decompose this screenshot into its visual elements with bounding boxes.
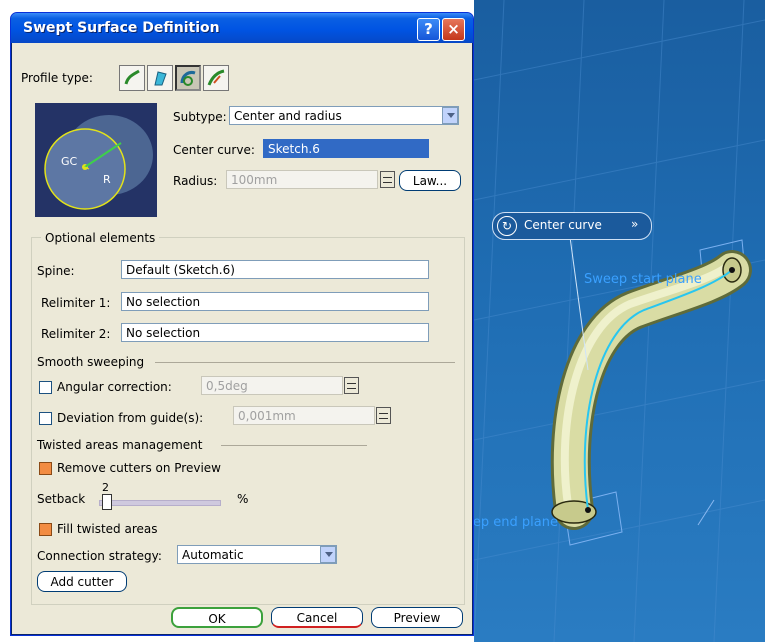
deviation-checkbox[interactable] — [39, 412, 52, 425]
gc-label: GC — [61, 155, 78, 168]
title-bar[interactable]: Swept Surface Definition ? × — [11, 13, 473, 43]
optional-elements-heading: Optional elements — [41, 231, 160, 245]
relimiter-1-field[interactable]: No selection — [121, 292, 429, 311]
profile-type-label: Profile type: — [21, 71, 93, 85]
help-icon[interactable]: ? — [417, 18, 440, 41]
sweep-start-plane-label: Sweep start plane — [584, 272, 702, 287]
smooth-sweeping-heading: Smooth sweeping — [37, 355, 145, 369]
circle-profile-icon[interactable] — [175, 65, 201, 91]
swept-tube — [553, 253, 749, 527]
setback-label: Setback — [37, 492, 86, 506]
r-label: R — [103, 173, 111, 186]
relimiter-1-label: Relimiter 1: — [41, 296, 111, 310]
angular-correction-spinner[interactable] — [344, 377, 359, 394]
relimiter-2-field[interactable]: No selection — [121, 323, 429, 342]
connection-strategy-combo[interactable]: Automatic — [177, 545, 337, 564]
center-curve-field[interactable]: Sketch.6 — [263, 139, 429, 158]
deviation-label: Deviation from guide(s): — [57, 411, 204, 425]
conic-profile-icon[interactable] — [203, 65, 229, 91]
smooth-divider — [155, 362, 455, 363]
fill-twisted-checkbox[interactable] — [39, 523, 52, 536]
cancel-button[interactable]: Cancel — [271, 607, 363, 628]
subtype-combo[interactable]: Center and radius — [229, 106, 459, 125]
center-curve-label: Center curve: — [173, 143, 255, 157]
add-cutter-button[interactable]: Add cutter — [37, 571, 127, 592]
preview-button[interactable]: Preview — [371, 607, 463, 628]
setback-value: 2 — [102, 481, 109, 494]
remove-cutters-checkbox[interactable] — [39, 462, 52, 475]
deviation-spinner[interactable] — [376, 407, 391, 424]
dialog-title: Swept Surface Definition — [23, 20, 220, 36]
ok-button[interactable]: OK — [171, 607, 263, 628]
profile-preview-image: GC R — [35, 103, 157, 217]
twisted-areas-heading: Twisted areas management — [37, 438, 203, 452]
remove-cutters-label: Remove cutters on Preview — [57, 461, 221, 475]
close-icon[interactable]: × — [442, 18, 465, 41]
radius-spinner[interactable] — [380, 171, 395, 188]
fill-twisted-label: Fill twisted areas — [57, 522, 158, 536]
3d-viewport[interactable]: ↻ Center curve » Sweep start plane Sweep… — [474, 0, 765, 642]
angular-correction-field[interactable]: 0,5deg — [201, 376, 343, 395]
subtype-label: Subtype: — [173, 110, 227, 124]
relimiter-2-label: Relimiter 2: — [41, 327, 111, 341]
deviation-field[interactable]: 0,001mm — [233, 406, 375, 425]
radius-field[interactable]: 100mm — [226, 170, 378, 189]
radius-label: Radius: — [173, 174, 218, 188]
line-profile-icon[interactable] — [147, 65, 173, 91]
setback-slider-thumb[interactable] — [102, 494, 112, 510]
setback-slider-track[interactable] — [99, 500, 221, 506]
twisted-divider — [221, 445, 367, 446]
viewport-canvas — [474, 0, 765, 642]
explicit-profile-icon[interactable] — [119, 65, 145, 91]
swept-surface-dialog: Swept Surface Definition ? × Profile typ… — [10, 12, 474, 636]
center-curve-tag[interactable]: ↻ Center curve » — [492, 212, 652, 240]
spine-label: Spine: — [37, 264, 75, 278]
connection-strategy-label: Connection strategy: — [37, 549, 162, 563]
setback-unit: % — [237, 492, 249, 506]
angular-correction-checkbox[interactable] — [39, 381, 52, 394]
spine-field[interactable]: Default (Sketch.6) — [121, 260, 429, 279]
sweep-end-plane-label: Sweep end plane — [474, 515, 558, 530]
angular-correction-label: Angular correction: — [57, 380, 172, 394]
connection-chevron-down-icon[interactable] — [320, 546, 336, 563]
chevron-down-icon[interactable] — [442, 107, 458, 124]
chevron-right-icon[interactable]: » — [631, 217, 638, 231]
center-curve-tag-label: Center curve — [524, 218, 602, 232]
law-button[interactable]: Law... — [399, 170, 461, 191]
curve-tag-icon: ↻ — [497, 216, 517, 236]
